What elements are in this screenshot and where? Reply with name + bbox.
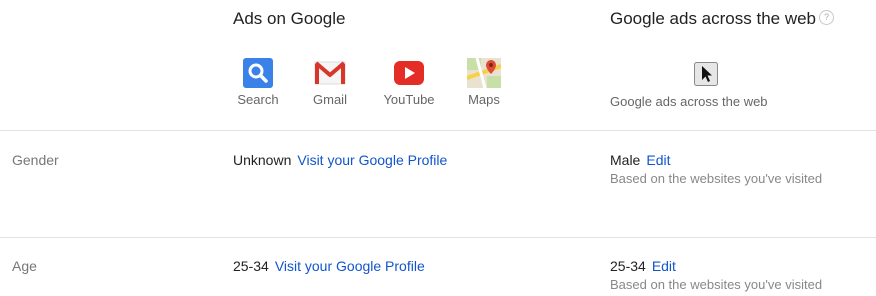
product-label: Gmail (313, 92, 347, 107)
visit-google-profile-link[interactable]: Visit your Google Profile (297, 152, 447, 168)
gender-web-note: Based on the websites you've visited (610, 171, 823, 186)
ads-on-google-title: Ads on Google (233, 9, 346, 28)
product-gmail[interactable]: Gmail (302, 58, 358, 107)
product-label: Google ads across the web (610, 94, 768, 109)
visit-google-profile-link[interactable]: Visit your Google Profile (275, 258, 425, 274)
row-label-age: Age (12, 258, 37, 274)
age-web-note: Based on the websites you've visited (610, 277, 823, 292)
edit-age-link[interactable]: Edit (652, 258, 676, 274)
question-mark-icon[interactable]: ? (819, 10, 835, 25)
product-label: Maps (468, 92, 500, 107)
section-divider (0, 130, 876, 131)
gender-web-value: Male Edit Based on the websites you've vi… (610, 152, 822, 186)
product-label: YouTube (383, 92, 435, 107)
youtube-icon (394, 61, 424, 85)
gender-google-value-text: Unknown (233, 152, 292, 168)
age-web-value-text: 25-34 (610, 258, 646, 274)
row-divider (0, 237, 876, 238)
product-maps[interactable]: Maps (458, 58, 510, 107)
product-web-ads[interactable]: Google ads across the web (610, 62, 768, 109)
maps-icon (467, 58, 501, 88)
age-web-value: 25-34 Edit Based on the websites you've v… (610, 258, 822, 292)
search-icon (243, 58, 273, 88)
age-google-value: 25-34 Visit your Google Profile (233, 258, 425, 274)
age-google-value-text: 25-34 (233, 258, 269, 274)
ads-across-web-title-text: Google ads across the web (610, 9, 817, 28)
gender-google-value: Unknown Visit your Google Profile (233, 152, 447, 168)
ads-across-web-title: Google ads across the web? (610, 9, 835, 29)
product-youtube[interactable]: YouTube (375, 58, 443, 107)
row-label-gender: Gender (12, 152, 59, 168)
gmail-icon (314, 61, 346, 85)
product-search[interactable]: Search (230, 58, 286, 107)
edit-gender-link[interactable]: Edit (646, 152, 670, 168)
gender-web-value-text: Male (610, 152, 641, 168)
product-label: Search (237, 92, 279, 107)
cursor-icon (694, 62, 718, 86)
